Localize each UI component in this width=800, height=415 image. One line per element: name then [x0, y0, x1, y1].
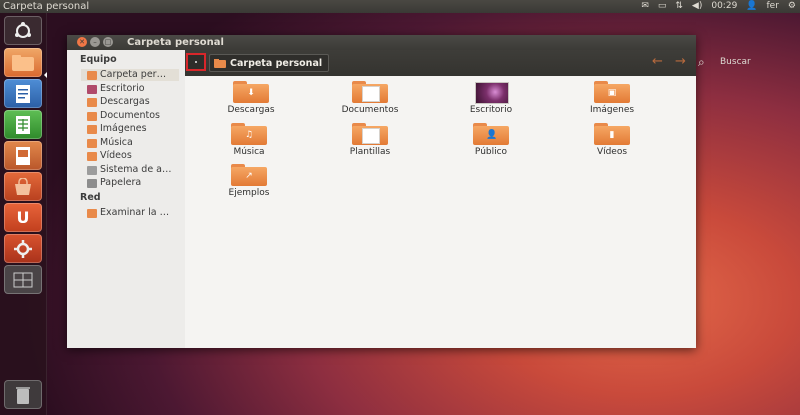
forward-arrow-icon[interactable]: →: [675, 55, 686, 69]
user-icon: 👤: [746, 1, 758, 11]
close-button[interactable]: ✕: [77, 37, 87, 47]
window-titlebar[interactable]: ✕ – □ Carpeta personal: [67, 35, 696, 50]
trash-icon: [87, 178, 97, 188]
documents-folder-icon: [352, 81, 388, 103]
launcher: U: [0, 13, 47, 415]
places-sidebar: Equipo Carpeta per… Escritorio Descargas…: [67, 50, 186, 348]
breadcrumb-home[interactable]: Carpeta personal: [209, 54, 330, 72]
ubuntu-logo-icon: [15, 21, 31, 38]
volume-icon[interactable]: ◀): [692, 0, 702, 13]
ubuntu-one-icon: U: [16, 208, 30, 227]
folder-publico[interactable]: 👤 Público: [441, 123, 541, 157]
sidebar-heading-red: Red: [80, 192, 101, 203]
shopping-bag-icon: [15, 177, 31, 195]
session-gear-icon[interactable]: ⚙: [788, 0, 796, 13]
sidebar-item-examinar-la-red[interactable]: Examinar la …: [87, 207, 183, 219]
folder-descargas[interactable]: ⬇ Descargas: [201, 81, 301, 115]
folder-videos[interactable]: ▮ Vídeos: [562, 123, 662, 157]
sidebar-item-papelera[interactable]: Papelera: [87, 177, 183, 189]
user-name[interactable]: fer: [767, 0, 779, 13]
documents-folder-icon: [87, 111, 97, 121]
music-folder-icon: [87, 138, 97, 148]
search-label[interactable]: Buscar: [720, 57, 751, 67]
path-toggle-button[interactable]: [186, 53, 206, 71]
folder-icon: [12, 54, 34, 71]
network-icon[interactable]: ⇅: [675, 0, 683, 13]
home-folder-icon: [214, 58, 226, 68]
indicator-tray: ✉ ▭ ⇅ ◀) 00:29 👤 fer ⚙: [641, 0, 796, 13]
videos-folder-icon: ▮: [594, 123, 630, 145]
spreadsheet-icon: [16, 115, 30, 134]
sidebar-item-documentos[interactable]: Documentos: [87, 110, 183, 122]
home-folder-icon: [87, 70, 97, 80]
music-folder-icon: ♫: [231, 123, 267, 145]
document-icon: [16, 84, 30, 103]
folder-musica[interactable]: ♫ Música: [199, 123, 299, 157]
downloads-folder-icon: [87, 97, 97, 107]
pictures-folder-icon: ▣: [594, 81, 630, 103]
templates-folder-icon: [352, 123, 388, 145]
window-title: Carpeta personal: [127, 37, 224, 48]
desktop-folder-icon: [473, 81, 509, 104]
sidebar-item-musica[interactable]: Música: [87, 137, 183, 149]
pictures-folder-icon: [87, 124, 97, 134]
system-settings-button[interactable]: [4, 234, 42, 263]
folder-escritorio[interactable]: Escritorio: [441, 81, 541, 115]
top-panel: Carpeta personal ✉ ▭ ⇅ ◀) 00:29 👤 fer ⚙: [0, 0, 800, 13]
sidebar-item-videos[interactable]: Vídeos: [87, 150, 183, 162]
presentation-icon: [16, 146, 30, 165]
sidebar-item-escritorio[interactable]: Escritorio: [87, 83, 183, 95]
settings-wrench-icon: [14, 239, 32, 258]
mail-icon[interactable]: ✉: [641, 0, 649, 13]
workspace-icon: [13, 272, 33, 287]
public-folder-icon: 👤: [473, 123, 509, 145]
folder-view: ⬇ Descargas Documentos Escritorio ▣ Imág…: [185, 76, 696, 348]
ubuntu-dash-button[interactable]: [4, 16, 42, 45]
location-toolbar: Carpeta personal ← → ⌕ Buscar: [185, 50, 751, 76]
network-folder-icon: [87, 208, 97, 218]
active-indicator: [44, 72, 47, 78]
sidebar-item-sistema-de-archivos[interactable]: Sistema de a…: [87, 164, 183, 176]
impress-launcher-button[interactable]: [4, 141, 42, 170]
sidebar-item-carpeta-personal[interactable]: Carpeta per…: [81, 69, 179, 81]
clock[interactable]: 00:29: [711, 0, 737, 13]
ubuntu-one-button[interactable]: U: [4, 203, 42, 232]
folder-plantillas[interactable]: Plantillas: [320, 123, 420, 157]
files-launcher-button[interactable]: [4, 48, 42, 77]
folder-ejemplos[interactable]: ↗ Ejemplos: [199, 164, 299, 198]
examples-folder-icon: ↗: [231, 164, 267, 186]
calc-launcher-button[interactable]: [4, 110, 42, 139]
battery-icon[interactable]: ▭: [658, 0, 667, 13]
active-app-title: Carpeta personal: [3, 1, 90, 12]
download-folder-icon: ⬇: [233, 81, 269, 103]
minimize-button[interactable]: –: [90, 37, 100, 47]
folder-imagenes[interactable]: ▣ Imágenes: [562, 81, 662, 115]
software-center-button[interactable]: [4, 172, 42, 201]
folder-documentos[interactable]: Documentos: [320, 81, 420, 115]
sidebar-heading-equipo: Equipo: [80, 54, 117, 65]
back-arrow-icon[interactable]: ←: [652, 55, 663, 69]
trash-launcher-button[interactable]: [4, 380, 42, 409]
sidebar-item-imagenes[interactable]: Imágenes: [87, 123, 183, 135]
file-manager-window: ✕ – □ Carpeta personal Equipo Carpeta pe…: [67, 35, 751, 348]
search-icon[interactable]: ⌕: [698, 55, 705, 70]
videos-folder-icon: [87, 151, 97, 161]
desktop-icon: [87, 84, 97, 94]
workspace-switcher-button[interactable]: [4, 265, 42, 294]
filesystem-icon: [87, 165, 97, 175]
maximize-button[interactable]: □: [103, 37, 113, 47]
sidebar-item-descargas[interactable]: Descargas: [87, 96, 183, 108]
trash-icon: [16, 386, 30, 404]
writer-launcher-button[interactable]: [4, 79, 42, 108]
